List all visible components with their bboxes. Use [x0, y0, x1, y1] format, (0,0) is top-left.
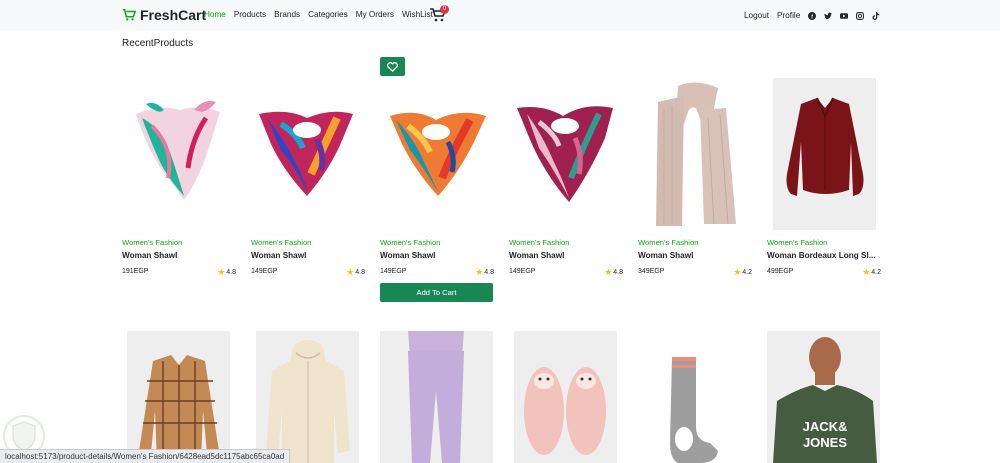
tiktok-icon[interactable]	[872, 11, 880, 20]
product-image[interactable]	[514, 331, 617, 463]
profile-link[interactable]: Profile	[777, 11, 800, 20]
instagram-icon[interactable]	[856, 11, 865, 20]
product-image[interactable]	[127, 331, 230, 463]
rating-value: 4.2	[871, 269, 881, 276]
cart-count-badge: 0	[440, 5, 449, 14]
product-price: 349EGP	[638, 268, 665, 275]
nav-wishlist[interactable]: WishList	[402, 10, 433, 19]
wishlist-button[interactable]	[380, 57, 405, 76]
product-image[interactable]: JACK& JONES	[767, 331, 880, 463]
rating-value: 4.2	[742, 269, 752, 276]
recent-products-title: RecentProducts	[122, 38, 194, 49]
star-icon: ★	[217, 267, 226, 277]
browser-status-url: localhost:5173/product-details/Women's F…	[0, 449, 291, 463]
star-icon: ★	[733, 267, 742, 277]
product-title: Woman Shawl	[638, 251, 694, 260]
product-image	[517, 106, 613, 202]
svg-text:JACK&: JACK&	[803, 419, 848, 434]
product-image	[136, 101, 220, 200]
nav-categories[interactable]: Categories	[308, 10, 348, 19]
product-title: Woman Shawl	[509, 251, 565, 260]
brand-name: FreshCart	[140, 7, 207, 23]
svg-text:f: f	[811, 14, 813, 20]
youtube-icon[interactable]	[840, 12, 849, 20]
nav-right: Logout Profile f	[744, 11, 888, 20]
product-title: Woman Bordeaux Long Sl...	[767, 251, 876, 260]
star-icon: ★	[346, 267, 355, 277]
product-image[interactable]	[638, 331, 741, 463]
product-image	[390, 112, 486, 196]
add-to-cart-button[interactable]: Add To Cart	[380, 283, 493, 302]
heart-icon	[387, 61, 398, 72]
product-image	[773, 78, 876, 230]
facebook-icon[interactable]: f	[808, 11, 817, 20]
product-category: Women's Fashion	[122, 238, 183, 247]
star-icon: ★	[862, 267, 871, 277]
twitter-icon[interactable]	[824, 11, 833, 20]
nav-products[interactable]: Products	[234, 10, 266, 19]
product-price: 149EGP	[251, 268, 278, 275]
shopping-cart-logo-icon	[122, 8, 136, 21]
shield-watermark-icon	[3, 415, 45, 454]
nav-links: Home Products Brands Categories My Order…	[204, 10, 441, 19]
product-rating: ★ 4.8	[346, 267, 365, 278]
product-price: 191EGP	[122, 268, 149, 275]
rating-value: 4.8	[355, 269, 365, 276]
product-category: Women's Fashion	[380, 238, 441, 247]
product-price: 149EGP	[380, 268, 407, 275]
product-title: Woman Shawl	[251, 251, 307, 260]
product-category: Women's Fashion	[509, 238, 570, 247]
product-category: Women's Fashion	[767, 238, 828, 247]
product-rating: ★ 4.8	[475, 267, 494, 278]
product-image[interactable]	[256, 331, 359, 463]
product-rating: ★ 4.8	[604, 267, 623, 278]
svg-text:JONES: JONES	[803, 435, 847, 450]
product-rating: ★ 4.2	[862, 267, 881, 278]
star-icon: ★	[604, 267, 613, 277]
nav-my-orders[interactable]: My Orders	[356, 10, 394, 19]
rating-value: 4.8	[484, 269, 494, 276]
star-icon: ★	[475, 267, 484, 277]
product-title: Woman Shawl	[122, 251, 178, 260]
product-title: Woman Shawl	[380, 251, 436, 260]
product-rating: ★ 4.2	[733, 267, 752, 278]
product-category: Women's Fashion	[638, 238, 699, 247]
rating-value: 4.8	[226, 269, 236, 276]
navbar: FreshCart Home Products Brands Categorie…	[0, 0, 1000, 31]
product-category: Women's Fashion	[251, 238, 312, 247]
product-price: 149EGP	[509, 268, 536, 275]
product-price: 499EGP	[767, 268, 794, 275]
product-image	[656, 82, 736, 226]
product-rating: ★ 4.8	[217, 267, 236, 278]
nav-brands[interactable]: Brands	[274, 10, 300, 19]
product-image	[259, 111, 353, 196]
nav-home[interactable]: Home	[204, 10, 226, 19]
rating-value: 4.8	[613, 269, 623, 276]
brand-logo[interactable]: FreshCart	[122, 7, 206, 23]
product-image[interactable]	[380, 331, 493, 463]
logout-link[interactable]: Logout	[744, 11, 769, 20]
